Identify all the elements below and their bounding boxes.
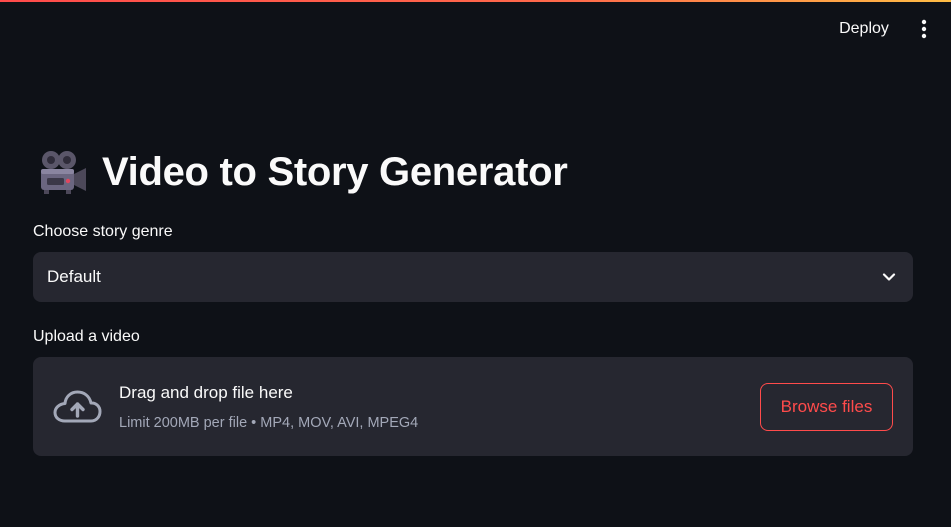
genre-select[interactable]: Default [33, 252, 913, 302]
genre-label: Choose story genre [33, 223, 173, 240]
dropzone-title: Drag and drop file here [119, 383, 293, 402]
app-header: Deploy [0, 2, 951, 58]
dropzone-limit-text: Limit 200MB per file • MP4, MOV, AVI, MP… [119, 415, 419, 431]
more-vertical-icon [921, 19, 927, 39]
chevron-down-icon [882, 273, 896, 281]
page-title-row: Video to Story Generator [38, 146, 568, 198]
file-dropzone[interactable]: Drag and drop file here Limit 200MB per … [33, 357, 913, 456]
browse-files-button[interactable]: Browse files [760, 383, 893, 431]
deploy-button[interactable]: Deploy [826, 14, 902, 44]
upload-label: Upload a video [33, 328, 140, 345]
genre-selected-value: Default [47, 267, 101, 286]
cloud-upload-icon [53, 390, 102, 423]
main-menu-button[interactable] [910, 14, 938, 44]
movie-camera-icon [41, 151, 86, 194]
page-title: Video to Story Generator [102, 149, 568, 194]
